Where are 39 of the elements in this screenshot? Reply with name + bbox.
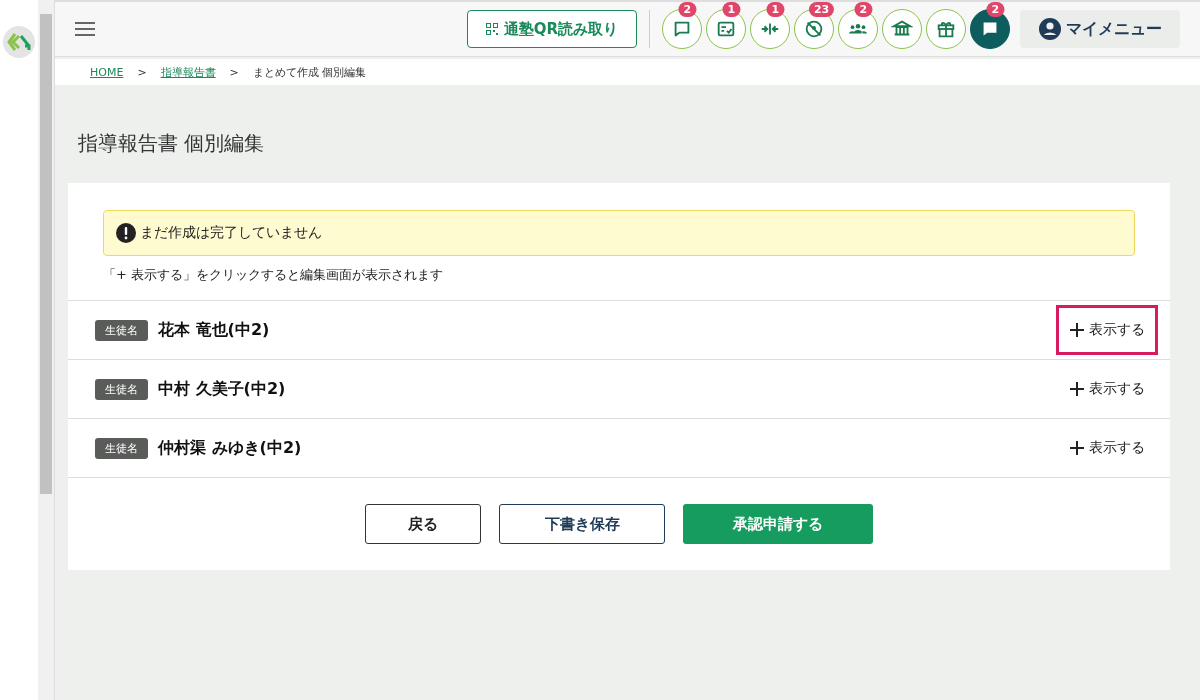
action-button[interactable]: 下書き保存 bbox=[499, 504, 665, 544]
student-name: 仲村渠 みゆき(中2) bbox=[158, 437, 302, 459]
breadcrumb-separator: > bbox=[229, 65, 239, 79]
count-badge: 23 bbox=[808, 2, 835, 17]
action-button[interactable]: 承認申請する bbox=[683, 504, 873, 544]
show-toggle-button[interactable]: 表示する bbox=[1056, 423, 1158, 473]
menu-icon[interactable] bbox=[75, 21, 95, 37]
my-menu-button[interactable]: マイメニュー bbox=[1020, 10, 1180, 48]
breadcrumb-link[interactable]: HOME bbox=[90, 65, 124, 79]
count-badge: 2 bbox=[986, 2, 1005, 17]
count-badge: 2 bbox=[854, 2, 873, 17]
show-toggle-button[interactable]: 表示する bbox=[1056, 305, 1158, 355]
plus-icon bbox=[1069, 322, 1085, 338]
student-label-tag: 生徒名 bbox=[95, 378, 148, 400]
student-name: 中村 久美子(中2) bbox=[158, 378, 286, 400]
toolbar-icon-button[interactable] bbox=[926, 9, 966, 49]
show-toggle-button[interactable]: 表示する bbox=[1056, 364, 1158, 414]
plus-icon bbox=[1069, 440, 1085, 456]
student-label-tag: 生徒名 bbox=[95, 437, 148, 459]
exclamation-icon bbox=[116, 223, 136, 243]
student-name: 花本 竜也(中2) bbox=[158, 319, 270, 341]
breadcrumb-current: まとめて作成 個別編集 bbox=[252, 64, 367, 80]
user-icon bbox=[1038, 17, 1062, 41]
count-badge: 2 bbox=[678, 2, 697, 17]
qr-code-icon bbox=[485, 23, 498, 35]
breadcrumb-link[interactable]: 指導報告書 bbox=[160, 64, 216, 80]
student-label-tag: 生徒名 bbox=[95, 319, 148, 341]
toolbar-icon-button[interactable] bbox=[882, 9, 922, 49]
action-button[interactable]: 戻る bbox=[365, 504, 481, 544]
location-off-icon bbox=[803, 18, 825, 40]
breadcrumb-separator: > bbox=[137, 65, 147, 79]
app-logo-icon[interactable] bbox=[3, 26, 35, 58]
page-title: 指導報告書 個別編集 bbox=[78, 130, 266, 157]
hint-text: 「+ 表示する」をクリックすると編集画面が表示されます bbox=[103, 266, 445, 284]
count-badge: 1 bbox=[722, 2, 741, 17]
count-badge: 1 bbox=[766, 2, 785, 17]
qr-scan-button[interactable]: 通塾QR読み取り bbox=[466, 10, 637, 48]
alert-text: まだ作成は完了していません bbox=[140, 224, 322, 242]
plus-icon bbox=[1069, 381, 1085, 397]
